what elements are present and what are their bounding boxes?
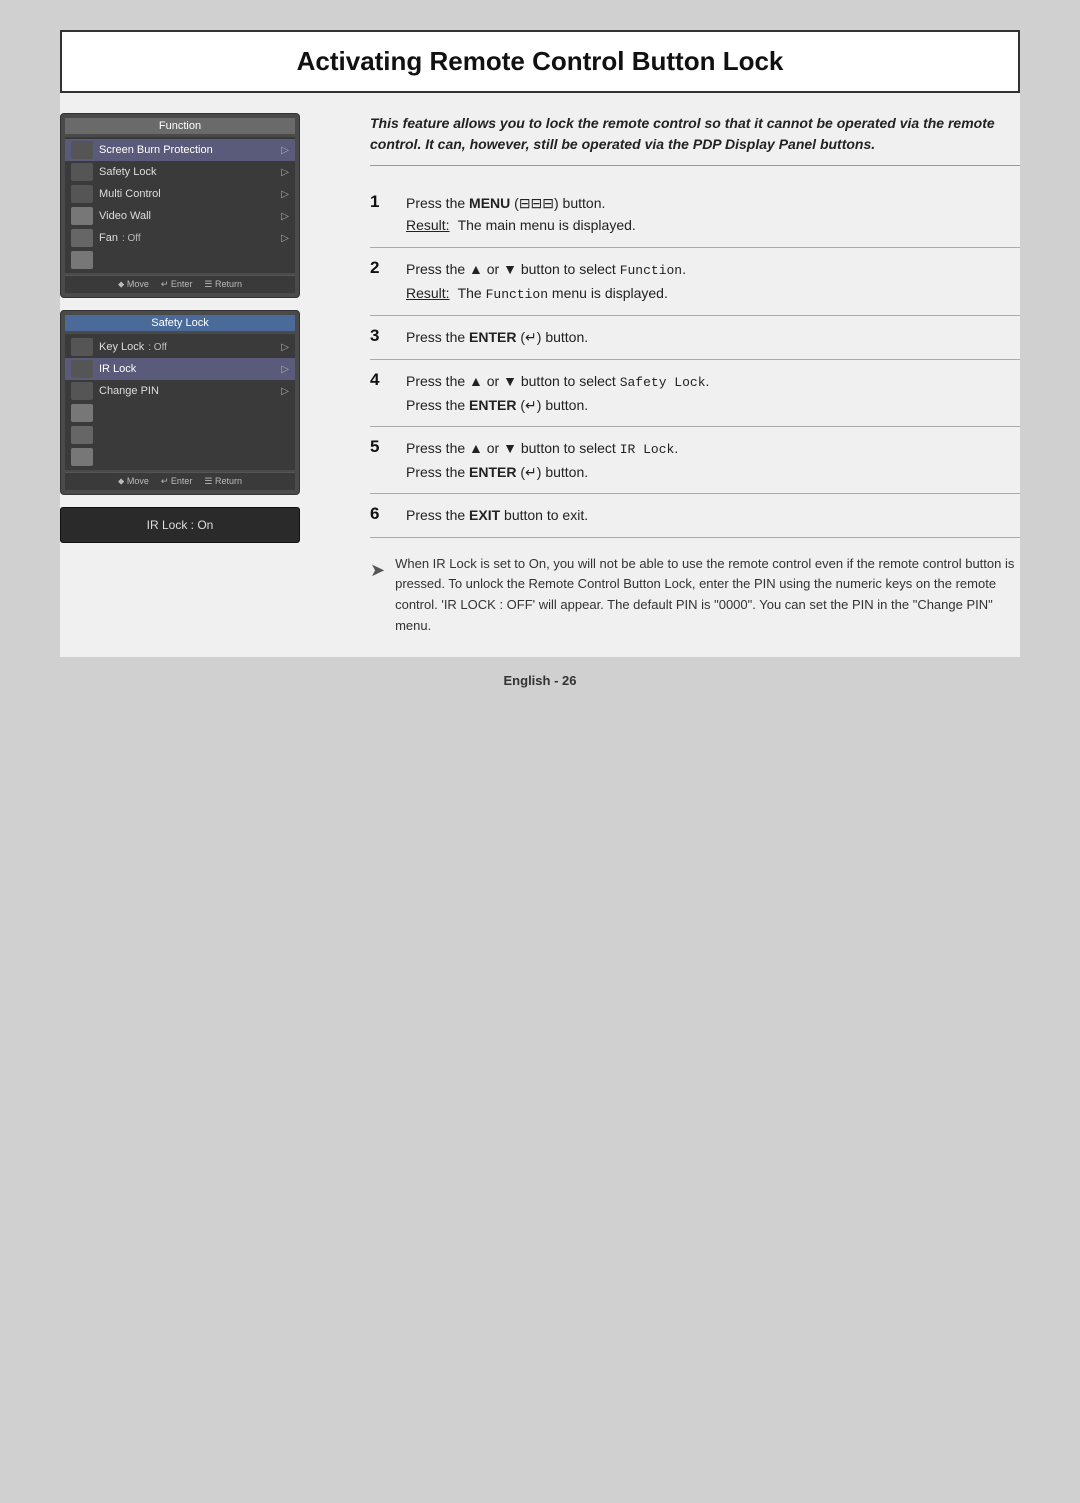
menu1-body: Screen Burn Protection ▷ Safety Lock ▷ M…: [65, 137, 295, 273]
menu1-arrow-5: ▷: [281, 233, 289, 244]
menu2-label-2: IR Lock: [99, 363, 136, 375]
step-6-number: 6: [370, 504, 390, 524]
menu1-arrow-1: ▷: [281, 145, 289, 156]
note-text: When IR Lock is set to On, you will not …: [395, 554, 1020, 637]
menu2-icon-2: [71, 360, 93, 378]
menu1-icon-1: [71, 141, 93, 159]
page-title-box: Activating Remote Control Button Lock: [60, 30, 1020, 93]
menu1-footer: ⬥ Move ↵ Enter ☰ Return: [65, 275, 295, 293]
menu2-icon-5: [71, 426, 93, 444]
menu2-item-6: [65, 446, 295, 468]
menu2-arrow-2: ▷: [281, 364, 289, 375]
step-6-content: Press the EXIT button to exit.: [406, 504, 1020, 526]
step-3-content: Press the ENTER (↵) button.: [406, 326, 1020, 348]
step-5-number: 5: [370, 437, 390, 457]
menu2-body: Key Lock : Off ▷ IR Lock ▷ Change PIN ▷: [65, 334, 295, 470]
menu1-arrow-2: ▷: [281, 167, 289, 178]
menu2-footer: ⬥ Move ↵ Enter ☰ Return: [65, 472, 295, 490]
menu1-label-2: Safety Lock: [99, 166, 156, 178]
step-3: 3 Press the ENTER (↵) button.: [370, 316, 1020, 359]
step-2-result-text: The Function menu is displayed.: [458, 282, 668, 306]
step-6: 6 Press the EXIT button to exit.: [370, 494, 1020, 537]
note-box: ➤ When IR Lock is set to On, you will no…: [370, 554, 1020, 637]
menu2-icon-1: [71, 338, 93, 356]
menu1-item-2: Safety Lock ▷: [65, 161, 295, 183]
page-footer: English - 26: [0, 657, 1080, 708]
menu1-item-3: Multi Control ▷: [65, 183, 295, 205]
step-1: 1 Press the MENU (⊟⊟⊟) button. Result: T…: [370, 182, 1020, 248]
menu2-footer-enter: ↵ Enter: [161, 476, 193, 487]
menu2-label-1: Key Lock: [99, 341, 144, 353]
step-4-number: 4: [370, 370, 390, 390]
menu1-icon-5: [71, 229, 93, 247]
main-content: Function Screen Burn Protection ▷ Safety…: [60, 93, 1020, 657]
menu1-label-5: Fan: [99, 232, 118, 244]
menu-screenshot-2: Safety Lock Key Lock : Off ▷ IR Lock ▷: [60, 310, 300, 495]
menu1-arrow-3: ▷: [281, 189, 289, 200]
step-1-content: Press the MENU (⊟⊟⊟) button. Result: The…: [406, 192, 1020, 237]
intro-text: This feature allows you to lock the remo…: [370, 113, 1020, 166]
menu1-icon-6: [71, 251, 93, 269]
menu1-header: Function: [65, 118, 295, 134]
menu1-item-6: [65, 249, 295, 271]
menu2-arrow-3: ▷: [281, 386, 289, 397]
step-2-content: Press the ▲ or ▼ button to select Functi…: [406, 258, 1020, 306]
note-arrow-icon: ➤: [370, 556, 385, 637]
step-2-number: 2: [370, 258, 390, 278]
menu1-item-4: Video Wall ▷: [65, 205, 295, 227]
menu2-item-5: [65, 424, 295, 446]
right-column: This feature allows you to lock the remo…: [370, 113, 1020, 637]
menu2-label-3: Change PIN: [99, 385, 159, 397]
menu2-item-1: Key Lock : Off ▷: [65, 336, 295, 358]
step-5: 5 Press the ▲ or ▼ button to select IR L…: [370, 427, 1020, 494]
menu1-footer-move: ⬥ Move: [118, 279, 149, 290]
step-4-content: Press the ▲ or ▼ button to select Safety…: [406, 370, 1020, 416]
menu1-icon-4: [71, 207, 93, 225]
menu-screenshot-1: Function Screen Burn Protection ▷ Safety…: [60, 113, 300, 298]
menu2-footer-return: ☰ Return: [204, 476, 242, 487]
menu1-label-3: Multi Control: [99, 188, 161, 200]
menu2-icon-4: [71, 404, 93, 422]
footer-text: English - 26: [504, 673, 577, 688]
menu2-icon-3: [71, 382, 93, 400]
menu2-footer-move: ⬥ Move: [118, 476, 149, 487]
menu1-label-1: Screen Burn Protection: [99, 144, 213, 156]
menu1-footer-enter: ↵ Enter: [161, 279, 193, 290]
menu1-item-5: Fan : Off ▷: [65, 227, 295, 249]
steps-list: 1 Press the MENU (⊟⊟⊟) button. Result: T…: [370, 182, 1020, 538]
menu1-footer-return: ☰ Return: [204, 279, 242, 290]
menu2-icon-6: [71, 448, 93, 466]
step-2-result-label: Result:: [406, 282, 450, 306]
step-1-number: 1: [370, 192, 390, 212]
left-column: Function Screen Burn Protection ▷ Safety…: [60, 113, 340, 637]
step-1-result-label: Result:: [406, 214, 450, 236]
menu1-item-1: Screen Burn Protection ▷: [65, 139, 295, 161]
step-3-number: 3: [370, 326, 390, 346]
step-2: 2 Press the ▲ or ▼ button to select Func…: [370, 248, 1020, 317]
menu2-arrow-1: ▷: [281, 342, 289, 353]
menu2-value-1: : Off: [148, 342, 167, 353]
step-5-content: Press the ▲ or ▼ button to select IR Loc…: [406, 437, 1020, 483]
step-1-result-text: The main menu is displayed.: [458, 214, 636, 236]
menu1-icon-2: [71, 163, 93, 181]
menu2-header: Safety Lock: [65, 315, 295, 331]
menu1-icon-3: [71, 185, 93, 203]
page-title: Activating Remote Control Button Lock: [82, 46, 998, 77]
menu1-value-5: : Off: [122, 233, 141, 244]
menu1-arrow-4: ▷: [281, 211, 289, 222]
menu2-item-4: [65, 402, 295, 424]
menu1-label-4: Video Wall: [99, 210, 151, 222]
menu2-item-3: Change PIN ▷: [65, 380, 295, 402]
step-4: 4 Press the ▲ or ▼ button to select Safe…: [370, 360, 1020, 427]
menu2-item-2: IR Lock ▷: [65, 358, 295, 380]
ir-lock-box: IR Lock : On: [60, 507, 300, 543]
